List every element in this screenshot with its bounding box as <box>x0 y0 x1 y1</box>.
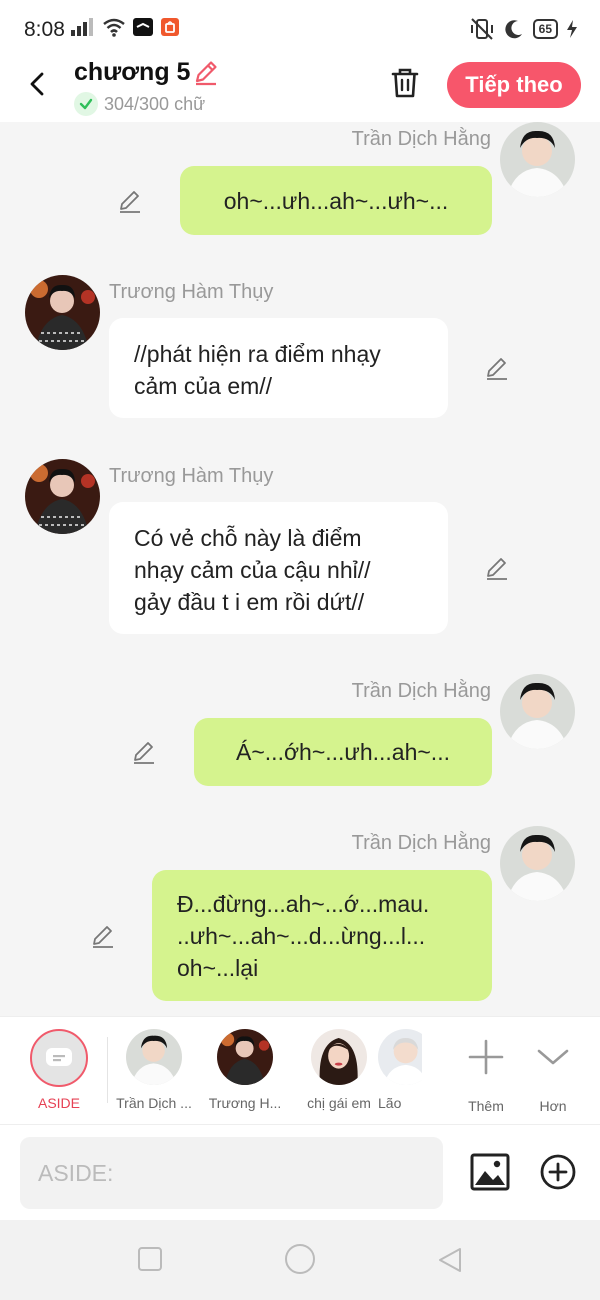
edit-message-pencil-icon[interactable] <box>117 188 143 214</box>
plus-icon <box>468 1039 504 1075</box>
role-item[interactable]: Lão <box>378 1029 422 1111</box>
message-bubble[interactable]: oh~...ưh...ah~...ưh~... <box>180 166 492 235</box>
avatar[interactable] <box>500 674 575 749</box>
editor-header: chương 5 304/300 chữ Tiếp theo <box>0 58 600 122</box>
back-icon[interactable] <box>436 1246 464 1274</box>
message-text-line: Đ...đừng...ah~...ớ...mau. <box>177 890 430 917</box>
message-text-line: nhạy cảm của cậu nhỉ// <box>134 557 371 583</box>
role-aside[interactable]: ASIDE <box>14 1029 104 1111</box>
message-input[interactable] <box>20 1137 443 1209</box>
sender-name: Trần Dịch Hằng <box>351 128 491 150</box>
avatar <box>378 1029 422 1085</box>
message-text-line: oh~...lại <box>177 954 259 981</box>
expand-label: Hơn <box>539 1098 567 1114</box>
image-icon[interactable] <box>470 1153 510 1191</box>
divider <box>107 1037 108 1103</box>
word-count: 304/300 chữ <box>104 93 206 114</box>
expand-characters-button[interactable]: Hơn <box>508 1029 598 1114</box>
system-nav-bar <box>0 1220 600 1300</box>
signal-icon <box>71 18 93 36</box>
chapter-title[interactable]: chương 5 <box>74 58 190 87</box>
message-text-line: Có vẻ chỗ này là điểm <box>134 525 362 551</box>
role-label: Lão <box>378 1095 402 1111</box>
edit-message-pencil-icon[interactable] <box>484 555 510 581</box>
avatar <box>311 1029 367 1085</box>
avatar[interactable] <box>500 826 575 901</box>
moon-icon <box>505 20 522 39</box>
role-item[interactable]: Trần Dịch ... <box>109 1029 199 1111</box>
edit-message-pencil-icon[interactable] <box>131 739 157 765</box>
sender-name: Trương Hàm Thụy <box>109 465 274 487</box>
app-notification-icon <box>133 18 153 36</box>
recent-apps-icon[interactable] <box>137 1246 163 1272</box>
sender-name: Trần Dịch Hằng <box>351 680 491 702</box>
input-area <box>0 1124 600 1220</box>
message-text-line: oh~...ưh...ah~...ưh~... <box>223 187 449 214</box>
aside-label: ASIDE <box>37 1095 80 1111</box>
wifi-icon <box>103 18 125 37</box>
word-count-row: 304/300 chữ <box>74 92 205 116</box>
charging-icon <box>567 20 577 38</box>
role-label: chị gái em <box>307 1095 371 1111</box>
role-label: Trần Dịch ... <box>116 1095 192 1111</box>
message-bubble[interactable]: Á~...ớh~...ưh...ah~... <box>194 718 492 786</box>
message-bubble[interactable]: //phát hiện ra điểm nhạy cảm của em// <box>109 318 448 418</box>
vibrate-off-icon <box>470 18 493 40</box>
aside-icon <box>30 1029 88 1087</box>
battery-indicator: 65 <box>532 19 558 39</box>
status-time: 8:08 <box>24 18 65 41</box>
message-bubble[interactable]: Đ...đừng...ah~...ớ...mau. ..ưh~...ah~...… <box>152 870 492 1001</box>
back-arrow-icon[interactable] <box>22 68 54 100</box>
edit-message-pencil-icon[interactable] <box>90 923 116 949</box>
check-icon <box>74 92 98 116</box>
trash-icon[interactable] <box>388 66 422 100</box>
home-icon[interactable] <box>284 1243 316 1275</box>
chat-area: Trần Dịch Hằng oh~...ưh...ah~...ưh~... T… <box>0 122 600 1016</box>
chevron-down-icon <box>537 1049 569 1065</box>
role-label: Trương H... <box>208 1095 282 1111</box>
add-circle-icon[interactable] <box>540 1154 576 1190</box>
message-bubble[interactable]: Có vẻ chỗ này là điểm nhạy cảm của cậu n… <box>109 502 448 634</box>
shopping-notification-icon <box>161 18 179 36</box>
status-left-icons <box>70 17 180 37</box>
status-right-icons: 65 <box>469 17 578 41</box>
next-button[interactable]: Tiếp theo <box>447 62 581 108</box>
avatar <box>126 1029 182 1085</box>
avatar[interactable] <box>25 275 100 350</box>
edit-message-pencil-icon[interactable] <box>484 355 510 381</box>
avatar[interactable] <box>25 459 100 534</box>
message-text-line: ..ưh~...ah~...d...ừng...l... <box>177 922 426 949</box>
edit-title-pencil-icon[interactable] <box>192 58 220 86</box>
role-item[interactable]: Trương H... <box>200 1029 290 1111</box>
character-selector-bar: ASIDE Trần Dịch ... Trương H... chị gái … <box>0 1016 600 1124</box>
message-text-line: cảm của em// <box>134 373 273 399</box>
status-bar: 8:08 65 <box>0 0 600 58</box>
role-item[interactable]: chị gái em <box>294 1029 384 1111</box>
message-text-line: //phát hiện ra điểm nhạy <box>134 341 381 367</box>
sender-name: Trần Dịch Hằng <box>351 832 491 854</box>
avatar <box>217 1029 273 1085</box>
avatar[interactable] <box>500 122 575 197</box>
message-text-line: gảy đầu t i em rồi dứt// <box>134 589 365 615</box>
sender-name: Trương Hàm Thụy <box>109 281 274 303</box>
message-text-line: Á~...ớh~...ưh...ah~... <box>236 739 450 765</box>
